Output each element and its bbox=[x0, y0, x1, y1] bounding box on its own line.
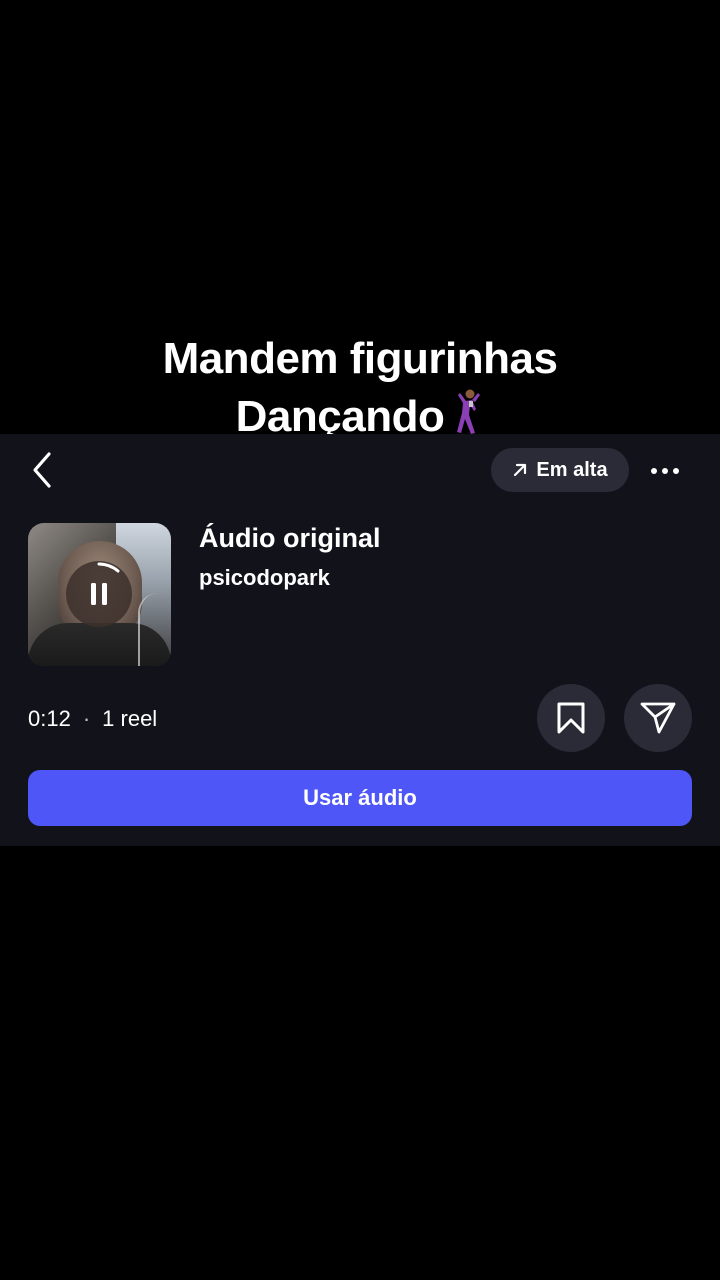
send-icon bbox=[640, 702, 676, 734]
audio-meta: 0:12 · 1 reel bbox=[28, 704, 157, 734]
chevron-left-icon bbox=[33, 452, 51, 488]
share-audio-button[interactable] bbox=[624, 684, 692, 752]
trending-badge[interactable]: Em alta bbox=[491, 448, 629, 492]
save-audio-button[interactable] bbox=[537, 684, 605, 752]
arrow-up-right-icon bbox=[514, 463, 527, 477]
playback-progress-ring bbox=[97, 562, 120, 573]
pause-button[interactable] bbox=[66, 561, 132, 627]
back-button[interactable] bbox=[22, 450, 62, 490]
reels-audio-page: Mandem figurinhas Dançando Em alta Áudio… bbox=[0, 0, 720, 1280]
audio-thumbnail bbox=[28, 523, 171, 666]
dancer-icon bbox=[457, 389, 481, 434]
use-audio-button[interactable]: Usar áudio bbox=[28, 770, 692, 826]
audio-title: Áudio original bbox=[199, 523, 381, 553]
audio-artist[interactable]: psicodopark bbox=[199, 565, 330, 591]
ellipsis-icon bbox=[651, 468, 679, 474]
trending-label: Em alta bbox=[536, 458, 608, 481]
more-options-button[interactable] bbox=[646, 452, 684, 490]
reel-count: 1 reel bbox=[102, 706, 158, 731]
caption-line-1: Mandem figurinhas bbox=[162, 334, 558, 383]
meta-separator: · bbox=[82, 706, 91, 731]
bookmark-icon bbox=[557, 702, 585, 734]
video-caption: Mandem figurinhas Dançando bbox=[0, 330, 720, 446]
audio-duration: 0:12 bbox=[28, 706, 71, 731]
